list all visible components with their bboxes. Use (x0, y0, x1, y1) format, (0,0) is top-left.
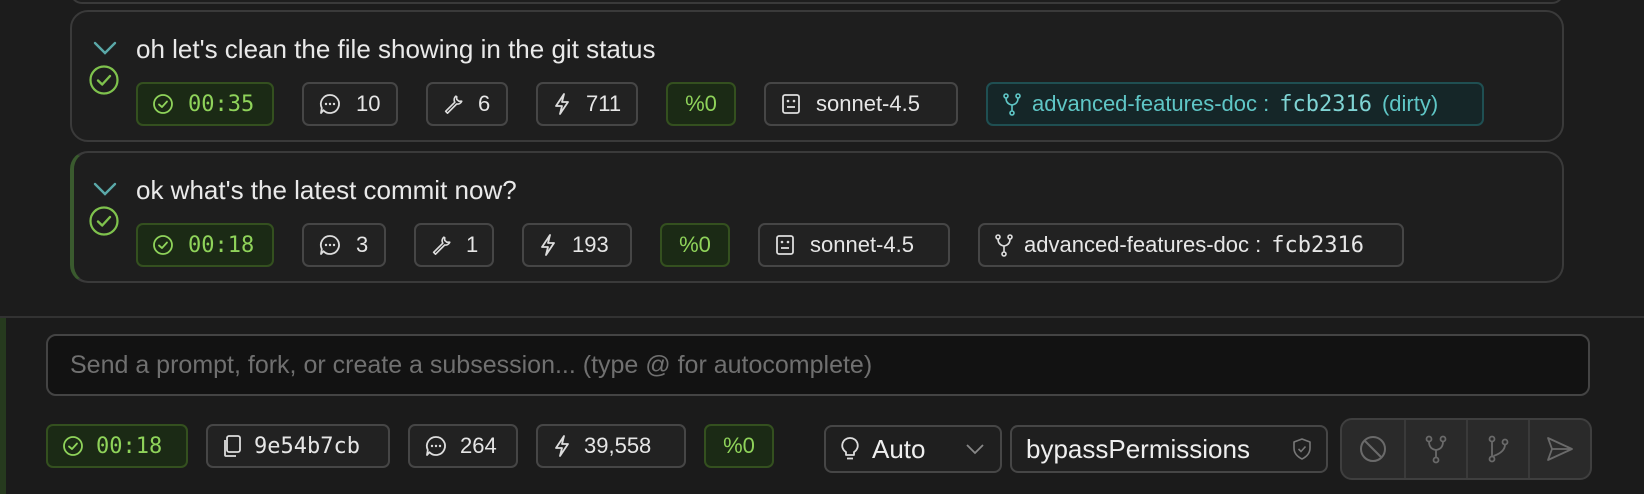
session-messages-badge: 264 (408, 424, 518, 468)
chevron-down-icon[interactable] (92, 179, 118, 199)
session-tokens-count: 39,558 (584, 433, 652, 458)
composer-panel: 00:18 9e54b7cb 264 39,558 %0 Auto bypass… (0, 318, 1644, 494)
model-badge: sonnet-4.5 (764, 82, 958, 126)
chevron-down-icon (966, 444, 984, 455)
cost-badge: %0 (660, 223, 730, 267)
cost-value: %0 (679, 232, 711, 257)
wrench-icon (432, 236, 451, 255)
cost-value: %0 (685, 91, 717, 116)
bolt-icon (555, 93, 569, 115)
robot-icon (782, 94, 800, 114)
git-branch-icon (995, 234, 1013, 257)
subsession-icon (1488, 435, 1509, 463)
session-duration-badge: 00:18 (46, 424, 188, 468)
action-buttons (1340, 418, 1592, 480)
fork-button[interactable] (1404, 420, 1466, 478)
effort-select[interactable]: Auto (824, 425, 1002, 473)
commit-hash: fcb2316 (1271, 232, 1364, 258)
session-cost-value: %0 (723, 433, 755, 458)
check-circle-icon (89, 65, 119, 95)
bolt-icon (541, 234, 555, 256)
tokens-count: 193 (572, 232, 609, 257)
check-circle-icon (153, 94, 173, 114)
send-icon (1547, 437, 1573, 461)
git-branch-badge: advanced-features-doc : fcb2316 (dirty) (986, 82, 1484, 126)
tokens-badge: 711 (536, 82, 638, 126)
check-circle-icon (153, 235, 173, 255)
turn-card: oh let's clean the file showing in the g… (70, 10, 1564, 142)
tools-count: 1 (466, 232, 479, 257)
dirty-flag: (dirty) (1381, 91, 1439, 116)
permission-mode-value: bypassPermissions (1026, 433, 1250, 464)
tools-badge: 6 (426, 82, 508, 126)
conversation-panel: oh let's clean the file showing in the g… (0, 0, 1644, 316)
chat-bubble-icon (319, 94, 340, 114)
send-button[interactable] (1528, 420, 1590, 478)
turn-prompt: oh let's clean the file showing in the g… (136, 34, 656, 64)
copy-icon (224, 435, 241, 457)
tokens-badge: 193 (522, 223, 632, 267)
branch-name: advanced-features-doc : (1024, 232, 1262, 257)
lightbulb-icon (841, 437, 859, 460)
previous-turn-card (70, 0, 1564, 4)
prompt-input[interactable] (70, 350, 1566, 380)
session-messages-count: 264 (460, 433, 497, 458)
tools-count: 6 (478, 91, 491, 116)
bolt-icon (555, 435, 569, 457)
messages-badge: 10 (302, 82, 398, 126)
tools-badge: 1 (414, 223, 494, 267)
chat-bubble-icon (319, 235, 340, 255)
messages-count: 10 (356, 91, 381, 116)
git-branch-badge: advanced-features-doc : fcb2316 (978, 223, 1404, 267)
duration-value: 00:18 (188, 232, 255, 258)
robot-icon (776, 235, 794, 255)
prompt-input-box[interactable] (46, 334, 1590, 396)
turn-prompt: ok what's the latest commit now? (136, 175, 517, 205)
session-id-badge[interactable]: 9e54b7cb (206, 424, 390, 468)
cost-badge: %0 (666, 82, 736, 126)
session-cost-badge: %0 (704, 424, 774, 468)
branch-name: advanced-features-doc : (1032, 91, 1270, 116)
messages-badge: 3 (302, 223, 386, 267)
duration-badge: 00:18 (136, 223, 274, 267)
commit-hash: fcb2316 (1279, 91, 1372, 117)
wrench-icon (444, 95, 463, 114)
model-name: sonnet-4.5 (810, 232, 914, 257)
session-duration-value: 00:18 (96, 433, 163, 459)
chat-bubble-icon (425, 436, 446, 456)
permission-mode-select[interactable]: bypassPermissions (1010, 425, 1328, 473)
effort-value: Auto (872, 433, 926, 464)
session-tokens-badge: 39,558 (536, 424, 686, 468)
duration-badge: 00:35 (136, 82, 274, 126)
git-branch-icon (1003, 93, 1021, 116)
duration-value: 00:35 (188, 91, 255, 117)
fork-icon (1425, 435, 1447, 464)
check-circle-icon (89, 206, 119, 236)
chevron-down-icon[interactable] (92, 38, 118, 58)
turn-card: ok what's the latest commit now? 00:18 3… (70, 151, 1564, 283)
shield-check-icon (1293, 438, 1311, 460)
check-circle-icon (63, 436, 83, 456)
stop-icon (1360, 436, 1386, 462)
model-name: sonnet-4.5 (816, 91, 920, 116)
stop-button[interactable] (1342, 420, 1404, 478)
composer-accent-edge (0, 318, 6, 494)
session-id: 9e54b7cb (254, 433, 360, 459)
model-badge: sonnet-4.5 (758, 223, 950, 267)
messages-count: 3 (356, 232, 369, 257)
tokens-count: 711 (586, 91, 622, 116)
subsession-button[interactable] (1466, 420, 1528, 478)
